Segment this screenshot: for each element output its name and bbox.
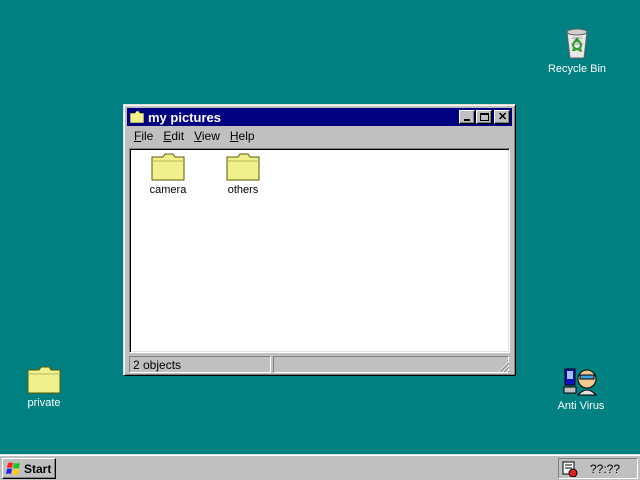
status-pane-empty <box>273 356 509 373</box>
desktop-icon-label: Recycle Bin <box>547 63 607 75</box>
menu-label: ile <box>141 129 154 143</box>
system-tray: ??:?? <box>558 458 638 479</box>
menu-help[interactable]: Help <box>225 129 260 143</box>
desktop-icon-recycle-bin[interactable]: Recycle Bin <box>537 26 617 75</box>
desktop-icon-label: private <box>27 397 61 409</box>
menu-edit[interactable]: Edit <box>158 129 189 143</box>
menu-accel: H <box>229 129 239 143</box>
windows-logo-icon <box>6 462 20 474</box>
minimize-icon <box>464 119 470 121</box>
close-icon: ✕ <box>498 111 508 123</box>
minimize-button[interactable] <box>459 110 475 124</box>
desktop: Recycle Bin private Anti Virus my pictur… <box>0 0 640 454</box>
antivirus-icon <box>563 368 598 396</box>
taskbar: Start ??:?? <box>0 454 640 480</box>
resize-grip-icon[interactable] <box>498 361 510 373</box>
menu-label: dit <box>171 129 185 143</box>
folder-item-label: camera <box>149 184 187 196</box>
maximize-icon <box>480 113 489 121</box>
menu-label: iew <box>201 129 220 143</box>
scheduler-tray-icon[interactable] <box>562 461 578 477</box>
folder-icon <box>27 366 61 394</box>
maximize-button[interactable] <box>476 110 492 124</box>
start-button[interactable]: Start <box>2 458 56 479</box>
recycle-bin-icon <box>566 28 588 59</box>
desktop-icon-anti-virus[interactable]: Anti Virus <box>541 365 621 412</box>
menu-accel: V <box>194 129 202 143</box>
folder-item-label: others <box>227 184 259 196</box>
folder-icon <box>151 153 185 181</box>
desktop-icon-label: Anti Virus <box>557 400 605 412</box>
desktop-icon-private[interactable]: private <box>4 366 84 409</box>
window-folder-icon <box>130 111 144 123</box>
close-button[interactable]: ✕ <box>494 110 510 124</box>
folder-icon <box>226 153 260 181</box>
menu-label: elp <box>238 129 255 143</box>
menu-view[interactable]: View <box>189 129 225 143</box>
title-bar[interactable]: my pictures ✕ <box>127 108 512 126</box>
status-object-count: 2 objects <box>129 356 271 373</box>
window-title: my pictures <box>148 109 221 125</box>
folder-content-area[interactable]: camera others <box>129 148 510 353</box>
menu-file[interactable]: File <box>129 129 158 143</box>
clock: ??:?? <box>590 461 621 476</box>
status-bar: 2 objects <box>129 356 510 373</box>
folder-item-others[interactable]: others <box>213 153 273 196</box>
explorer-window[interactable]: my pictures ✕ File Edit View Help camera <box>123 104 516 376</box>
start-label: Start <box>24 461 52 476</box>
folder-item-camera[interactable]: camera <box>138 153 198 196</box>
menu-bar: File Edit View Help <box>127 126 512 146</box>
